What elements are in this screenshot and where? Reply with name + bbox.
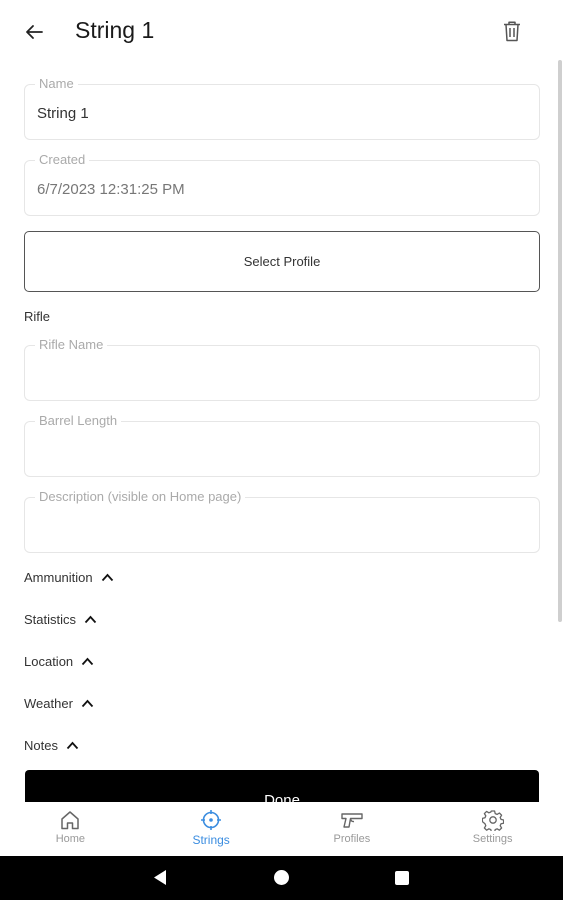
nav-profiles[interactable]: Profiles [282,802,423,856]
nav-strings-label: Strings [192,833,230,847]
section-location-label: Location [24,653,74,669]
nav-strings[interactable]: Strings [141,802,282,856]
gear-icon [481,810,504,831]
delete-button[interactable] [498,16,526,46]
system-back-icon[interactable] [152,869,168,886]
system-recents-icon[interactable] [395,871,409,885]
description-field-label: Description (visible on Home page) [35,489,246,504]
chevron-up-icon [101,573,113,581]
bottom-nav: Home Strings Profiles Settings [0,802,563,856]
pistol-icon [341,813,363,828]
app-bar: String 1 [0,0,563,64]
trash-icon [504,21,520,42]
nav-home[interactable]: Home [0,802,141,856]
barrel-length-input[interactable] [37,442,517,459]
nav-settings-label: Settings [472,833,513,845]
select-profile-button[interactable]: Select Profile [24,231,540,292]
rifle-name-field-label: Rifle Name [35,337,108,352]
nav-profiles-label: Profiles [333,833,371,845]
section-statistics-label: Statistics [24,611,77,627]
section-weather-label: Weather [24,695,73,711]
section-statistics[interactable]: Statistics [24,607,97,631]
section-ammunition-label: Ammunition [24,569,93,585]
rifle-section-label: Rifle [24,309,51,324]
nav-settings[interactable]: Settings [422,802,563,856]
section-notes[interactable]: Notes [24,733,79,757]
nav-home-label: Home [55,833,86,845]
section-ammunition[interactable]: Ammunition [24,565,114,589]
done-button[interactable]: Done [25,770,539,802]
barrel-length-field[interactable]: Barrel Length [24,413,540,477]
system-home-icon[interactable] [274,870,289,885]
section-weather[interactable]: Weather [24,691,94,715]
page-title: String 1 [75,17,155,43]
home-icon [61,811,80,830]
section-location[interactable]: Location [24,649,94,673]
name-field[interactable]: Name [24,76,540,140]
back-arrow-icon [26,25,43,39]
back-button[interactable] [20,18,48,46]
chevron-up-icon [81,657,94,665]
name-input[interactable] [37,105,517,122]
chevron-up-icon [84,615,97,623]
created-input[interactable] [37,181,517,198]
section-notes-label: Notes [24,737,58,753]
name-field-label: Name [35,76,78,91]
crosshair-icon [201,810,222,830]
scrollbar[interactable] [558,60,562,622]
rifle-name-field[interactable]: Rifle Name [24,337,540,401]
created-field-label: Created [35,152,90,167]
created-field[interactable]: Created [24,152,540,216]
barrel-length-field-label: Barrel Length [35,413,122,428]
description-field[interactable]: Description (visible on Home page) [24,489,540,553]
chevron-up-icon [81,699,94,707]
rifle-name-input[interactable] [37,366,517,383]
description-input[interactable] [37,518,517,535]
chevron-up-icon [66,741,79,749]
form-content[interactable]: Name Created Select Profile Rifle Rifle … [0,64,563,802]
